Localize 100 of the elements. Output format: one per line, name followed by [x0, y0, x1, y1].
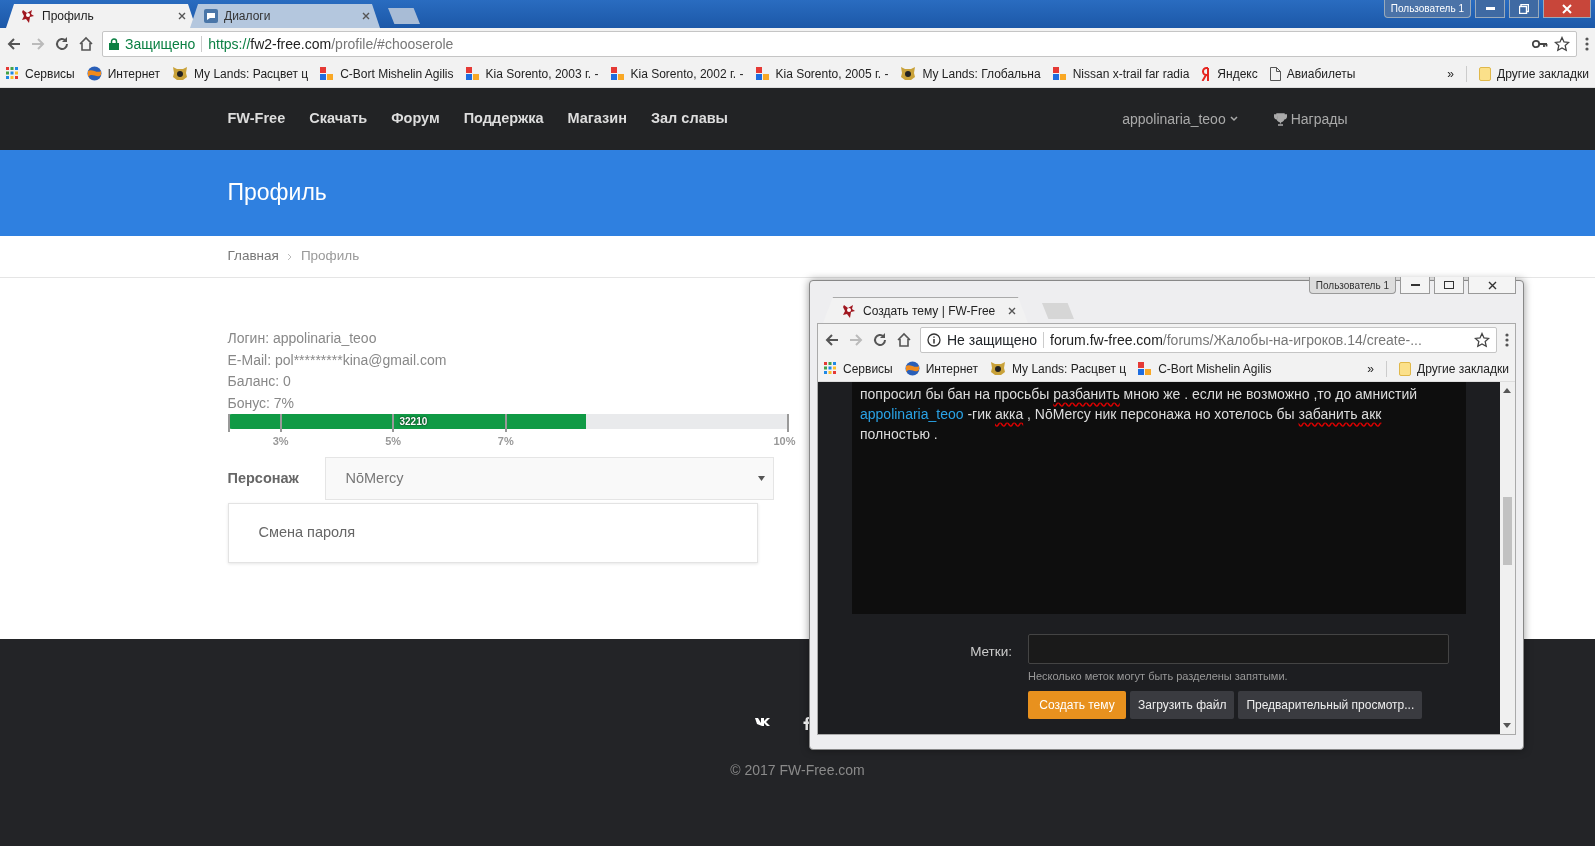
- letter-logo-icon: [1201, 66, 1212, 81]
- minimize-button[interactable]: [1475, 0, 1505, 18]
- more-bookmarks-button[interactable]: »: [1447, 64, 1455, 83]
- bookmark-link[interactable]: My Lands: Расцвет ц: [990, 359, 1127, 378]
- browser-tab[interactable]: Диалоги: [190, 4, 380, 28]
- folder-icon: [1399, 361, 1412, 376]
- chevron-icon: [286, 252, 293, 261]
- scroll-down-icon[interactable]: [1503, 723, 1511, 728]
- field-label: Персонаж: [227, 468, 300, 488]
- profile-info-line: Баланс: 0: [227, 372, 291, 391]
- site-logo-link[interactable]: FW-Free: [227, 108, 286, 130]
- scrollbar-thumb[interactable]: [1503, 497, 1512, 565]
- minimize-icon: [1485, 7, 1495, 10]
- profile-info-line: Логин: appolinaria_teoo: [227, 329, 377, 348]
- restore-button[interactable]: [1509, 0, 1539, 18]
- tick-label: 10%: [773, 434, 796, 449]
- restore-icon: [1519, 3, 1529, 14]
- home-icon[interactable]: [78, 36, 94, 52]
- address-bar[interactable]: Не защищено forum.fw-free.com/forums/Жалобы-на-игроков.14/create-...: [920, 327, 1497, 353]
- star-icon[interactable]: [1554, 36, 1570, 52]
- security-label: Защищено: [125, 34, 196, 54]
- close-icon[interactable]: [178, 12, 186, 20]
- maximize-icon: [1444, 281, 1454, 289]
- close-icon: [1487, 280, 1497, 290]
- menu-icon[interactable]: [1505, 332, 1509, 348]
- bookmark-link[interactable]: Яндекс: [1201, 64, 1258, 83]
- bookmark-link[interactable]: Kia Sorento, 2002 г. -: [610, 64, 744, 83]
- breadcrumb-current: Профиль: [300, 247, 360, 266]
- close-icon[interactable]: [1008, 306, 1016, 315]
- address-bar[interactable]: Защищено https://fw2-free.com/profile/#chooserole: [102, 31, 1577, 57]
- hint-text: Несколько меток могут быть разделены запятыми.: [1028, 669, 1289, 684]
- select-value: NōMercy: [345, 468, 404, 488]
- profile-button[interactable]: Пользователь 1: [1308, 277, 1396, 294]
- star-icon[interactable]: [1474, 332, 1490, 348]
- change-password-link[interactable]: Смена пароля: [227, 503, 758, 563]
- other-bookmarks-folder[interactable]: Другие закладки: [1479, 64, 1589, 83]
- reload-icon[interactable]: [54, 36, 70, 52]
- scroll-up-icon[interactable]: [1503, 388, 1511, 393]
- grid-icon: [6, 67, 19, 80]
- tick-label: 7%: [497, 434, 514, 449]
- more-bookmarks-button[interactable]: »: [1367, 359, 1375, 378]
- bookmark-link[interactable]: Авиабилеты: [1269, 64, 1356, 83]
- globe-icon: [86, 66, 102, 81]
- character-select[interactable]: NōMercy: [324, 457, 774, 500]
- profile-info-line: Бонус: 7%: [227, 393, 295, 413]
- bookmark-link[interactable]: My Lands: Расцвет ц: [172, 64, 309, 83]
- bookmark-link[interactable]: Сервисы: [824, 359, 893, 378]
- close-button[interactable]: [1468, 277, 1516, 294]
- bookmark-link[interactable]: C-Bort Mishelin Agilis: [1138, 359, 1272, 378]
- menu-icon[interactable]: [1585, 36, 1589, 52]
- nav-link[interactable]: Магазин: [567, 108, 627, 130]
- nav-link[interactable]: Поддержка: [463, 108, 544, 130]
- shield-emblem-icon: [900, 66, 917, 81]
- back-arrow-icon[interactable]: [6, 36, 22, 52]
- tags-field[interactable]: [1028, 634, 1449, 664]
- nav-link[interactable]: Скачать: [309, 108, 368, 130]
- awards-link[interactable]: Награды: [1273, 108, 1348, 130]
- bookmark-link[interactable]: Kia Sorento, 2003 г. -: [465, 64, 599, 83]
- folder-icon: [1479, 66, 1492, 81]
- key-icon[interactable]: [1532, 39, 1548, 49]
- shield-emblem-icon: [990, 361, 1007, 376]
- caret-icon: [1229, 116, 1238, 122]
- close-button[interactable]: [1543, 0, 1591, 18]
- bookmark-link[interactable]: Интернет: [86, 64, 161, 83]
- tab-title: Профиль: [42, 8, 94, 25]
- profile-button[interactable]: Пользователь 1: [1383, 0, 1471, 18]
- lock-icon: [109, 38, 119, 50]
- minimize-icon: [1410, 283, 1420, 287]
- bookmark-link[interactable]: Интернет: [904, 359, 979, 378]
- text-editor[interactable]: попросил бы бан на просьбы разбанить мною же . если не возможно ,то до амнистий appolinaria_teoo -гик акка , NōMercy ник персонажа но хотелось бы забанить акк полностью .: [852, 382, 1466, 614]
- bookmark-link[interactable]: Сервисы: [6, 64, 75, 83]
- vk-logo-icon[interactable]: [754, 717, 771, 727]
- home-icon[interactable]: [896, 332, 912, 348]
- form-button[interactable]: Загрузить файл: [1130, 690, 1235, 719]
- squares-icon: [1052, 66, 1067, 81]
- bookmark-link[interactable]: Nissan x-trail far radia: [1052, 64, 1190, 83]
- form-button[interactable]: Предварительный просмотр...: [1238, 690, 1423, 719]
- tick-label: 3%: [272, 434, 289, 449]
- grid-icon: [824, 362, 837, 375]
- new-tab-button[interactable]: [388, 8, 420, 24]
- back-arrow-icon[interactable]: [824, 332, 840, 348]
- squares-icon: [320, 66, 335, 81]
- bookmark-link[interactable]: Kia Sorento, 2005 г. -: [755, 64, 889, 83]
- nav-link[interactable]: Зал славы: [650, 108, 728, 130]
- reload-icon[interactable]: [872, 332, 888, 348]
- maximize-button[interactable]: [1434, 277, 1464, 294]
- other-bookmarks-folder[interactable]: Другие закладки: [1399, 359, 1509, 378]
- bookmark-link[interactable]: My Lands: Глобальна: [900, 64, 1041, 83]
- nav-link[interactable]: Форум: [391, 108, 440, 130]
- chat-bubble-icon: [204, 9, 218, 23]
- bookmark-link[interactable]: C-Bort Mishelin Agilis: [320, 64, 454, 83]
- user-menu-link[interactable]: appolinaria_teoo: [1122, 108, 1238, 130]
- shield-emblem-icon: [172, 66, 189, 81]
- url-text: https://fw2-free.com/profile/#chooserole: [208, 34, 454, 54]
- page-title: Профиль: [227, 179, 327, 207]
- minimize-button[interactable]: [1400, 277, 1430, 294]
- breadcrumb-link[interactable]: Главная: [227, 246, 279, 267]
- browser-tab[interactable]: Создать тему | FW-Free: [823, 297, 1028, 323]
- close-icon[interactable]: [362, 12, 370, 20]
- scrollbar[interactable]: [1500, 382, 1515, 734]
